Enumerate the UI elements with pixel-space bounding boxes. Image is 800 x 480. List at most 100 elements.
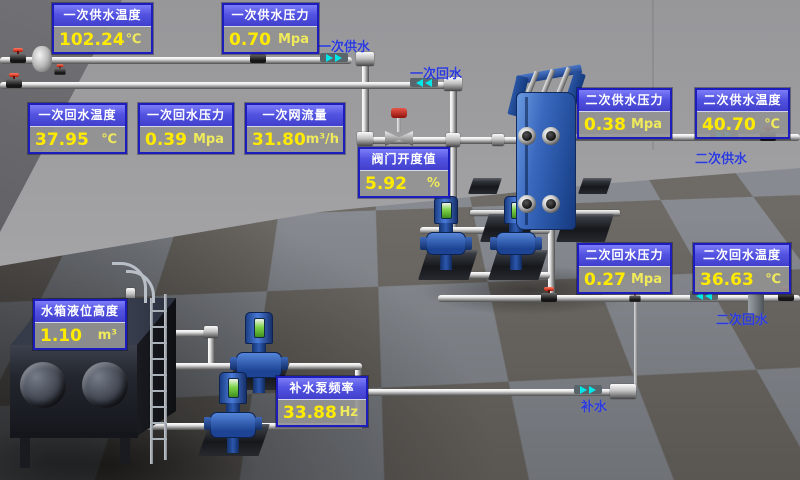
pipe-label-makeup-water: 补水 <box>581 396 607 415</box>
return-tap-valve[interactable] <box>541 287 557 302</box>
data-box-value: 5.92 <box>365 174 407 194</box>
data-box-unit: ℃ <box>126 32 142 47</box>
valve-body <box>54 68 65 74</box>
makeup-riser-pipe <box>634 299 637 391</box>
hx-rear-pad <box>468 178 502 194</box>
data-box-title: 一次回水压力 <box>140 105 232 127</box>
return-outlet-valve[interactable] <box>6 73 22 88</box>
hx-rear-pad <box>578 178 612 194</box>
ladder-rung <box>150 422 167 424</box>
pipe-label-primary-supply: 一次供水 <box>318 36 370 55</box>
data-box-primary-return-temperature: 一次回水温度 37.95 ℃ <box>28 103 127 154</box>
pipe-label-secondary-return: 二次回水 <box>716 309 768 328</box>
data-box-title: 一次回水温度 <box>30 105 125 127</box>
data-box-value-row: 0.38 Mpa <box>579 112 670 137</box>
valve-body <box>250 54 266 63</box>
data-box-value-row: 36.63 ℃ <box>695 267 789 292</box>
data-box-value: 0.27 <box>584 270 626 290</box>
data-box-makeup-pump-frequency: 补水泵频率 33.88 Hz <box>276 376 368 427</box>
ladder-rung <box>150 342 167 344</box>
tank-frame-rail <box>10 432 138 438</box>
data-box-primary-supply-temperature: 一次供水温度 102.24 ℃ <box>52 3 153 54</box>
hmi-heat-station-screen: 一次供水 一次回水 二次供水 二次回水 补水 一次供水温度 102.24 ℃ 一… <box>0 0 800 480</box>
data-box-value-row: 1.10 m³ <box>35 323 125 348</box>
data-box-title: 一次网流量 <box>247 105 343 127</box>
hx-port-nozzle <box>542 127 560 145</box>
data-box-title: 二次回水温度 <box>695 245 789 267</box>
ladder-rung <box>150 326 167 328</box>
primary-supply-pipe <box>0 57 352 64</box>
control-valve-actuator <box>391 108 407 118</box>
hx-port-nozzle <box>542 195 560 213</box>
pump-neck <box>439 223 453 232</box>
tank-manhole <box>20 362 66 408</box>
data-box-title: 水箱液位高度 <box>35 301 125 323</box>
data-box-unit: ℃ <box>764 117 780 132</box>
valve-body <box>541 293 557 302</box>
ladder-rung <box>150 438 167 440</box>
data-box-value-row: 102.24 ℃ <box>54 27 151 52</box>
data-box-value: 0.38 <box>584 115 626 135</box>
data-box-title: 一次供水温度 <box>54 5 151 27</box>
data-box-unit: Mpa <box>631 117 662 132</box>
data-box-title: 二次供水压力 <box>579 90 670 112</box>
control-valve-body <box>385 131 413 146</box>
secondary-return-pipe <box>438 295 800 302</box>
valve-body <box>6 79 22 88</box>
data-box-unit: % <box>427 176 440 191</box>
data-box-value-row: 0.70 Mpa <box>224 27 317 52</box>
makeup-pump-2[interactable] <box>208 372 258 453</box>
data-box-value-row: 5.92 % <box>360 171 448 196</box>
pump-indicator-window <box>228 378 239 398</box>
pump-volute <box>426 232 466 255</box>
data-box-value: 102.24 <box>59 30 125 50</box>
supply-drop-elbow-fitting <box>357 132 373 146</box>
data-box-primary-return-pressure: 一次回水压力 0.39 Mpa <box>138 103 234 154</box>
pump-foot <box>440 255 452 270</box>
data-box-unit: m³ <box>98 328 117 343</box>
ladder-rung <box>150 358 167 360</box>
data-box-title: 二次供水温度 <box>697 90 788 112</box>
flow-control-valve[interactable] <box>385 108 413 146</box>
tank-elbow-fitting <box>204 326 218 338</box>
data-box-title: 阀门开度值 <box>360 149 448 171</box>
data-box-unit: m³/h <box>306 132 339 147</box>
pipe-union-fitting <box>446 133 460 147</box>
data-box-secondary-supply-temperature: 二次供水温度 40.70 ℃ <box>695 88 790 139</box>
ladder-rung <box>150 310 167 312</box>
primary-supply-drop-pipe <box>362 57 369 144</box>
pump-volute <box>496 232 536 255</box>
hx-port-nozzle <box>518 127 536 145</box>
pump-neck <box>252 343 266 352</box>
pump-foot <box>227 438 239 453</box>
ladder-rung <box>150 390 167 392</box>
data-box-value: 31.80 <box>252 130 306 150</box>
pump-motor <box>219 372 247 404</box>
tank-ladder <box>164 294 167 460</box>
makeup-end-fitting <box>610 384 636 399</box>
tank-leg <box>20 434 30 468</box>
supply-inlet-valve[interactable] <box>10 48 26 63</box>
flow-arrow-right-icon <box>574 385 602 394</box>
data-box-value-row: 33.88 Hz <box>278 400 366 425</box>
data-box-secondary-return-temperature: 二次回水温度 36.63 ℃ <box>693 243 791 294</box>
pump-indicator-window <box>254 318 265 338</box>
circulation-pump-1[interactable] <box>424 196 468 270</box>
data-box-value: 36.63 <box>700 270 754 290</box>
data-box-secondary-return-pressure: 二次回水压力 0.27 Mpa <box>577 243 672 294</box>
pipe-label-secondary-supply: 二次供水 <box>695 148 747 167</box>
pump-indicator-window <box>441 202 452 219</box>
tank-manhole <box>82 362 128 408</box>
data-box-secondary-supply-pressure: 二次供水压力 0.38 Mpa <box>577 88 672 139</box>
data-box-unit: ℃ <box>765 272 781 287</box>
data-box-tank-level: 水箱液位高度 1.10 m³ <box>33 299 127 350</box>
data-box-unit: ℃ <box>101 132 117 147</box>
data-box-primary-network-flow: 一次网流量 31.80 m³/h <box>245 103 345 154</box>
data-box-value: 40.70 <box>702 115 756 135</box>
data-box-unit: Hz <box>340 405 358 420</box>
tank-leg <box>120 434 130 464</box>
supply-sensor-valve[interactable] <box>54 64 65 75</box>
data-box-value: 0.39 <box>145 130 187 150</box>
data-box-value-row: 0.39 Mpa <box>140 127 232 152</box>
data-box-value-row: 0.27 Mpa <box>579 267 670 292</box>
